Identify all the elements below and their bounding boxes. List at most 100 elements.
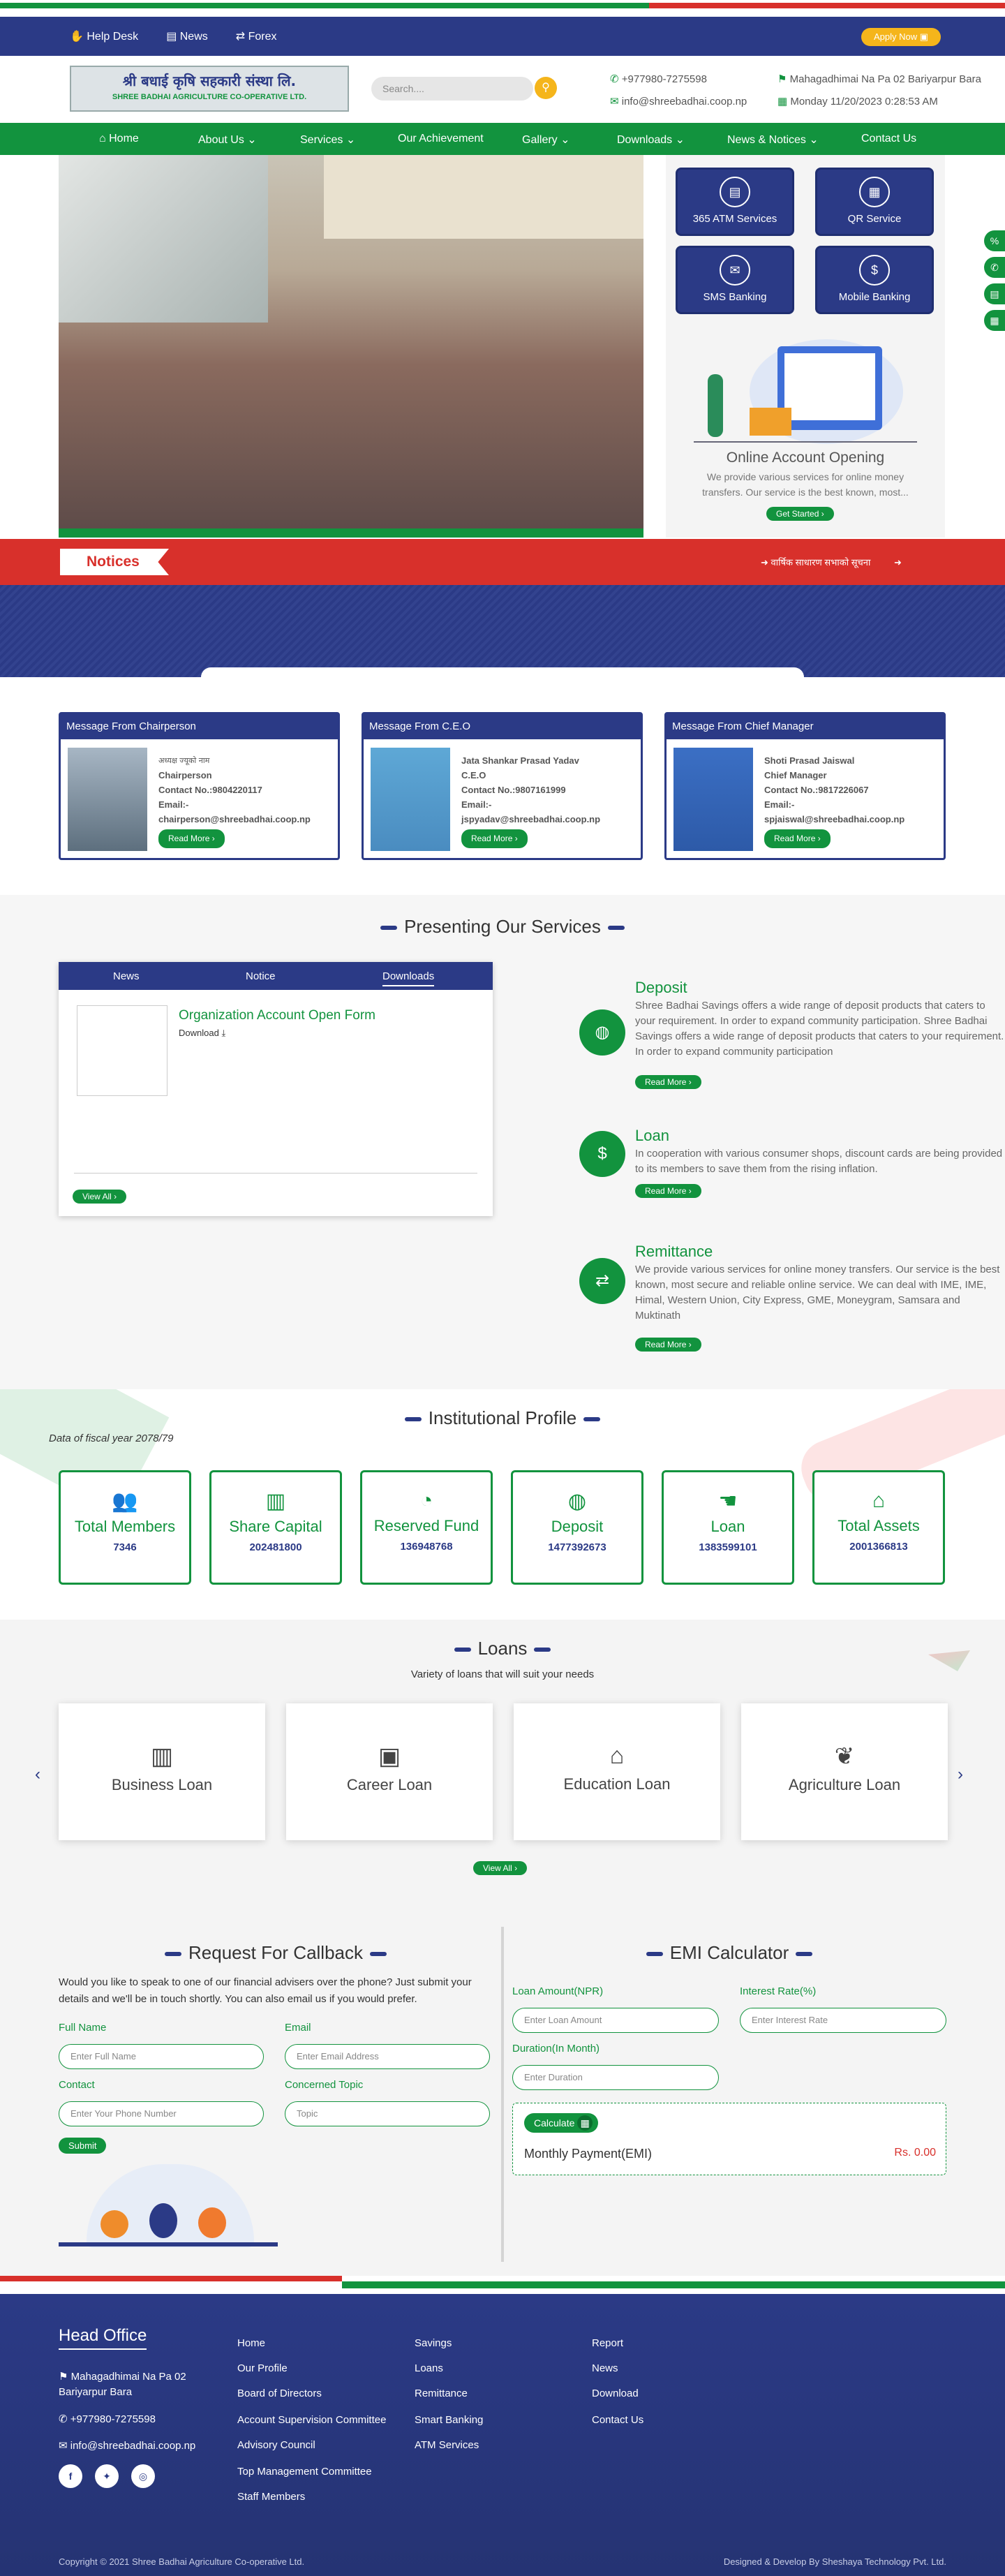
read-more-button[interactable]: Read More ›	[635, 1184, 701, 1198]
ceo-message-card: Message From C.E.O Jata Shankar Prasad Y…	[362, 712, 643, 860]
search-icon[interactable]: ⚲	[535, 77, 557, 99]
hero-image	[59, 155, 643, 538]
graduation-cap-icon: ⌂	[609, 1742, 625, 1769]
developer-credit[interactable]: Designed & Develop By Sheshaya Technolog…	[684, 2556, 946, 2567]
instagram-icon[interactable]: ◎	[131, 2464, 155, 2488]
users-icon: 👥	[112, 1490, 138, 1513]
twitter-icon[interactable]: ✦	[95, 2464, 119, 2488]
footer-link-download[interactable]: Download	[592, 2388, 639, 2399]
nav-gallery[interactable]: Gallery ⌄	[522, 133, 570, 147]
mail-icon: ✉	[59, 2440, 70, 2452]
phone-icon[interactable]: ✆	[984, 257, 1005, 278]
footer-link-management[interactable]: Top Management Committee	[237, 2466, 372, 2478]
pie-chart-icon: ◔	[419, 1489, 433, 1512]
loan-card-education[interactable]: ⌂ Education Loan	[514, 1703, 720, 1840]
footer-link-home[interactable]: Home	[237, 2337, 265, 2349]
apply-now-button[interactable]: Apply Now ▣	[861, 28, 941, 46]
read-more-button[interactable]: Read More ›	[635, 1075, 701, 1089]
location-icon: ⚑	[777, 73, 790, 85]
sms-banking-tile[interactable]: ✉ SMS Banking	[676, 246, 794, 314]
news-link[interactable]: ▤ News	[166, 29, 208, 43]
read-more-button[interactable]: Read More ›	[461, 829, 528, 848]
nav-home[interactable]: ⌂ Home	[99, 133, 139, 145]
qr-code-icon: ▦	[859, 177, 890, 207]
footer-link-news[interactable]: News	[592, 2362, 618, 2374]
footer-link-atm[interactable]: ATM Services	[415, 2439, 479, 2451]
calculate-button[interactable]: Calculate ▦	[524, 2113, 599, 2133]
loan-amount-label: Loan Amount(NPR)	[512, 1985, 604, 1997]
interest-rate-input[interactable]: Enter Interest Rate	[740, 2008, 946, 2033]
footer-link-smart-banking[interactable]: Smart Banking	[415, 2414, 483, 2426]
download-title[interactable]: Organization Account Open Form	[179, 1008, 375, 1023]
loan-card-career[interactable]: ▣ Career Loan	[286, 1703, 493, 1840]
footer-link-remittance[interactable]: Remittance	[415, 2388, 468, 2399]
qr-service-tile[interactable]: ▦ QR Service	[815, 168, 934, 236]
piggy-bank-icon: ◍	[567, 1490, 587, 1513]
loan-card-agriculture[interactable]: ❦ Agriculture Loan	[741, 1703, 948, 1840]
profile-card-members: 👥 Total Members 7346	[59, 1470, 191, 1585]
chief-manager-message-card: Message From Chief Manager Shoti Prasad …	[664, 712, 946, 860]
help-desk-link[interactable]: ✋ Help Desk	[70, 29, 138, 43]
submit-button[interactable]: Submit	[59, 2138, 107, 2154]
online-account-desc: We provide various services for online m…	[702, 471, 909, 498]
footer-link-loans[interactable]: Loans	[415, 2362, 443, 2374]
tab-news[interactable]: News	[113, 970, 140, 982]
top-stripe	[0, 0, 1005, 17]
tab-notice[interactable]: Notice	[246, 970, 276, 982]
document-icon[interactable]: ▤	[984, 283, 1005, 304]
logo[interactable]: श्री बधाई कृषि सहकारी संस्था लि. SHREE B…	[70, 66, 349, 112]
footer-link-savings[interactable]: Savings	[415, 2337, 452, 2349]
money-transfer-icon: ⇄	[579, 1258, 625, 1304]
footer-phone: +977980-7275598	[70, 2413, 156, 2425]
duration-input[interactable]: Enter Duration	[512, 2065, 719, 2090]
footer-link-board[interactable]: Board of Directors	[237, 2388, 322, 2399]
nav-about[interactable]: About Us ⌄	[198, 133, 257, 147]
footer-link-staff[interactable]: Staff Members	[237, 2491, 305, 2503]
nav-contact[interactable]: Contact Us	[861, 133, 916, 145]
services-section: Presenting Our Services News Notice Down…	[0, 895, 1005, 1389]
topic-input[interactable]: Topic	[285, 2101, 490, 2126]
read-more-button[interactable]: Read More ›	[158, 829, 225, 848]
atm-service-tile[interactable]: ▤ 365 ATM Services	[676, 168, 794, 236]
search-input[interactable]: Search....	[371, 77, 533, 101]
header-address: Mahagadhimai Na Pa 02 Bariyarpur Bara	[789, 73, 981, 85]
footer-link-contact[interactable]: Contact Us	[592, 2414, 643, 2426]
nav-news-notices[interactable]: News & Notices ⌄	[727, 133, 819, 147]
topic-label: Concerned Topic	[285, 2079, 364, 2091]
nav-downloads[interactable]: Downloads ⌄	[617, 133, 685, 147]
chevron-down-icon: ⌄	[809, 134, 819, 146]
loan-card-business[interactable]: ▥ Business Loan	[59, 1703, 265, 1840]
facebook-icon[interactable]: f	[59, 2464, 82, 2488]
contact-input[interactable]: Enter Your Phone Number	[59, 2101, 264, 2126]
read-more-button[interactable]: Read More ›	[764, 829, 831, 848]
nav-services[interactable]: Services ⌄	[300, 133, 355, 147]
read-more-button[interactable]: Read More ›	[635, 1338, 701, 1352]
footer-stripe	[0, 2276, 1005, 2294]
forex-link[interactable]: ⇄ Forex	[236, 29, 277, 43]
get-started-button[interactable]: Get Started ›	[766, 507, 834, 521]
footer-link-supervision[interactable]: Account Supervision Committee	[237, 2414, 386, 2426]
notice-ticker[interactable]: ➜ वार्षिक साधारण सभाको सूचना ➜	[761, 556, 902, 568]
loans-view-all-button[interactable]: View All ›	[473, 1861, 528, 1875]
online-account-title: Online Account Opening	[726, 450, 885, 466]
view-all-button[interactable]: View All ›	[73, 1190, 127, 1204]
footer-link-advisory[interactable]: Advisory Council	[237, 2439, 315, 2451]
calculator-icon[interactable]: ▦	[984, 310, 1005, 331]
download-link[interactable]: Download ⤓	[179, 1028, 225, 1039]
email-input[interactable]: Enter Email Address	[285, 2044, 490, 2069]
chairperson-photo	[68, 748, 147, 851]
carousel-prev-icon[interactable]: ‹	[35, 1765, 40, 1784]
tab-downloads[interactable]: Downloads	[382, 970, 435, 986]
loan-amount-input[interactable]: Enter Loan Amount	[512, 2008, 719, 2033]
emi-title: EMI Calculator	[512, 1942, 946, 1964]
footer-link-report[interactable]: Report	[592, 2337, 623, 2349]
full-name-input[interactable]: Enter Full Name	[59, 2044, 264, 2069]
footer-link-profile[interactable]: Our Profile	[237, 2362, 288, 2374]
mobile-banking-tile[interactable]: $ Mobile Banking	[815, 246, 934, 314]
piggy-bank-icon: ◍	[579, 1009, 625, 1056]
carousel-next-icon[interactable]: ›	[958, 1765, 963, 1784]
nav-achievement[interactable]: Our Achievement	[398, 133, 484, 145]
chevron-down-icon: ⌄	[675, 134, 685, 146]
hand-money-icon: $	[579, 1131, 625, 1177]
percent-icon[interactable]: %	[984, 230, 1005, 251]
